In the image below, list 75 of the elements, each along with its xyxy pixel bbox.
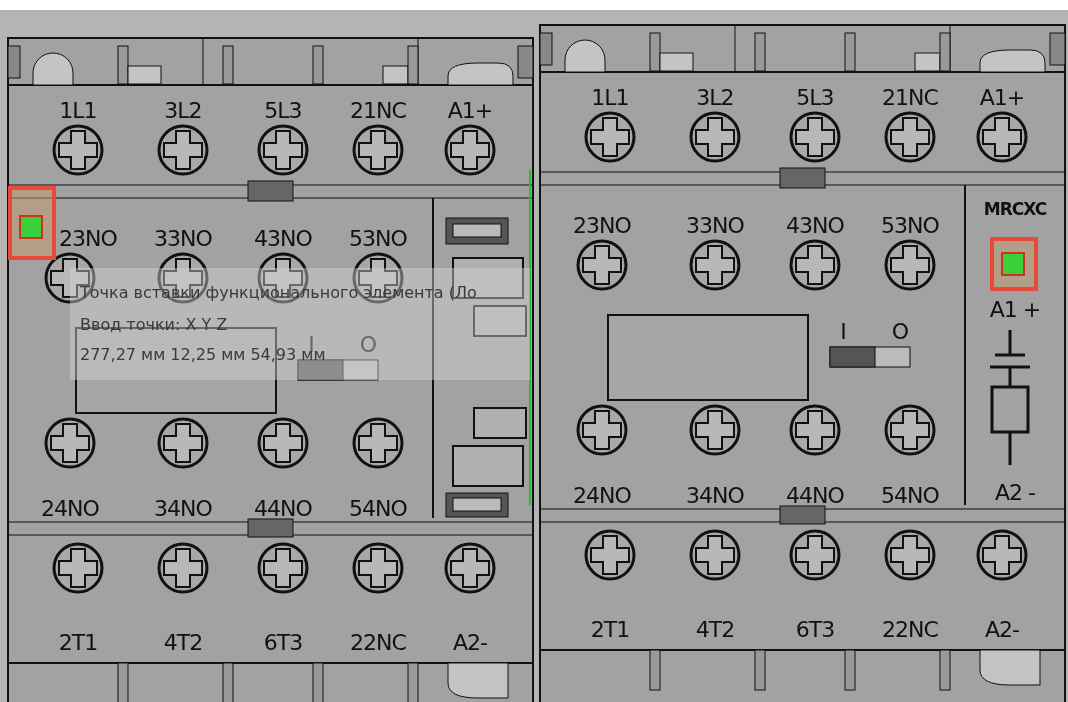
terminal-label: A2- bbox=[985, 617, 1019, 642]
terminal-screw bbox=[352, 417, 404, 469]
terminal-label: 2T1 bbox=[590, 617, 630, 642]
terminal-label: 43NO bbox=[786, 213, 844, 238]
terminal-label: 43NO bbox=[254, 226, 312, 251]
terminal-screw bbox=[976, 111, 1028, 163]
terminal-label: 24NO bbox=[573, 483, 631, 508]
terminal-screw bbox=[789, 404, 841, 456]
terminal-label: 44NO bbox=[254, 496, 312, 521]
terminal-label: 3L2 bbox=[164, 98, 202, 123]
terminal-screw bbox=[52, 542, 104, 594]
terminal-label: 21NC bbox=[350, 98, 406, 123]
terminal-screw bbox=[689, 404, 741, 456]
coil-symbol-icon bbox=[990, 330, 1030, 465]
terminal-label: 34NO bbox=[154, 496, 212, 521]
terminal-screw bbox=[157, 417, 209, 469]
terminal-label: 53NO bbox=[881, 213, 939, 238]
terminal-label: A1+ bbox=[447, 98, 493, 123]
terminal-label: A2- bbox=[453, 630, 487, 655]
terminal-screw bbox=[884, 404, 936, 456]
terminal-label: 34NO bbox=[686, 483, 744, 508]
terminal-label: 54NO bbox=[349, 496, 407, 521]
coil-label: A2 - bbox=[995, 480, 1035, 505]
terminal-screw bbox=[789, 111, 841, 163]
terminal-screw bbox=[576, 239, 628, 291]
terminal-screw bbox=[884, 529, 936, 581]
terminal-label: 5L3 bbox=[264, 98, 302, 123]
terminal-label: 22NC bbox=[350, 630, 406, 655]
terminal-label: 53NO bbox=[349, 226, 407, 251]
terminal-screw bbox=[789, 239, 841, 291]
terminal-screw bbox=[52, 124, 104, 176]
terminal-screw bbox=[689, 239, 741, 291]
switch-label: O bbox=[891, 319, 909, 344]
terminal-screw bbox=[789, 529, 841, 581]
terminal-label: 5L3 bbox=[796, 85, 834, 110]
terminal-screw bbox=[584, 111, 636, 163]
coil-label: A1 + bbox=[989, 297, 1041, 322]
terminal-screw bbox=[576, 404, 628, 456]
terminal-screw bbox=[976, 529, 1028, 581]
terminal-label: 23NO bbox=[573, 213, 631, 238]
terminal-label: 54NO bbox=[881, 483, 939, 508]
terminal-label: A1+ bbox=[979, 85, 1025, 110]
coil-label: MRCXC bbox=[983, 199, 1047, 219]
terminal-screw bbox=[444, 542, 496, 594]
terminal-label: 21NC bbox=[882, 85, 938, 110]
terminal-label: 6T3 bbox=[263, 630, 303, 655]
terminal-screw bbox=[444, 124, 496, 176]
terminal-screw bbox=[257, 124, 309, 176]
terminal-screw bbox=[157, 542, 209, 594]
terminal-label: 22NC bbox=[882, 617, 938, 642]
terminal-label: 6T3 bbox=[795, 617, 835, 642]
terminal-label: 24NO bbox=[41, 496, 99, 521]
terminal-label: 1L1 bbox=[59, 98, 97, 123]
terminal-screw bbox=[257, 417, 309, 469]
terminal-label: 3L2 bbox=[696, 85, 734, 110]
terminal-label: 33NO bbox=[154, 226, 212, 251]
terminal-label: 1L1 bbox=[591, 85, 629, 110]
terminal-label: 23NO bbox=[59, 226, 117, 251]
switch-label: O bbox=[359, 332, 377, 357]
terminal-label: 2T1 bbox=[58, 630, 98, 655]
terminal-label: 4T2 bbox=[695, 617, 735, 642]
terminal-screw bbox=[689, 529, 741, 581]
terminal-screw bbox=[689, 111, 741, 163]
terminal-label: 33NO bbox=[686, 213, 744, 238]
terminal-screw bbox=[584, 529, 636, 581]
terminal-screw bbox=[884, 111, 936, 163]
switch-label: I bbox=[840, 319, 846, 344]
terminal-screw bbox=[884, 239, 936, 291]
terminal-label: 44NO bbox=[786, 483, 844, 508]
terminal-label: 4T2 bbox=[163, 630, 203, 655]
terminal-screw bbox=[352, 542, 404, 594]
terminal-screw bbox=[352, 124, 404, 176]
terminal-screw bbox=[157, 124, 209, 176]
terminal-screw bbox=[257, 542, 309, 594]
terminal-screw bbox=[44, 417, 96, 469]
